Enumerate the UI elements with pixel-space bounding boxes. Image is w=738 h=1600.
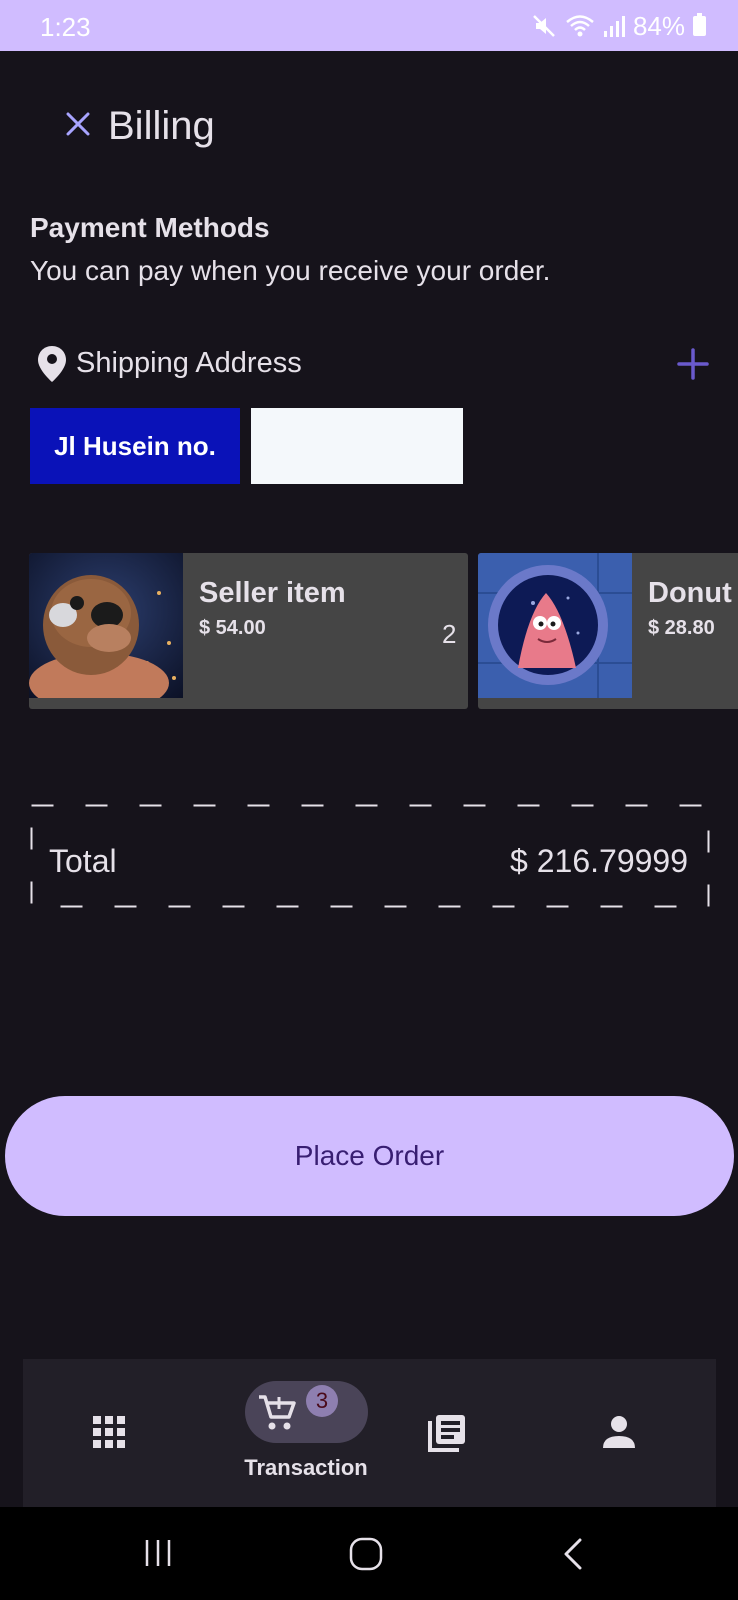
payment-methods-heading: Payment Methods [30, 212, 270, 243]
cart-badge: 3 [306, 1385, 338, 1417]
place-order-button[interactable]: Place Order [5, 1096, 734, 1216]
signal-icon [603, 16, 625, 37]
item-quantity: 2 [442, 619, 457, 649]
cart-item-card[interactable]: Donut $ 28.80 [478, 553, 738, 709]
bottom-navigation: 3 Transaction [23, 1359, 716, 1507]
item-price: $ 54.00 [199, 617, 266, 639]
close-icon [66, 112, 90, 136]
total-label: Total [49, 843, 117, 879]
nav-active-indicator [245, 1381, 368, 1443]
item-name: Donut [648, 577, 732, 609]
location-pin-icon [38, 346, 66, 382]
page-title: Billing [108, 104, 215, 148]
recent-apps-icon[interactable] [143, 1538, 173, 1568]
item-image [29, 553, 183, 698]
system-navigation-bar [0, 1507, 738, 1600]
mute-icon [533, 15, 555, 37]
nav-item-library[interactable] [409, 1359, 562, 1507]
add-address-button[interactable] [676, 347, 710, 381]
payment-methods-description: You can pay when you receive your order. [30, 255, 551, 286]
battery-percent: 84% [632, 10, 685, 41]
item-image [478, 553, 632, 698]
library-icon [428, 1415, 465, 1452]
status-time: 1:23 [40, 12, 91, 42]
item-price: $ 28.80 [648, 617, 715, 639]
cart-item-card[interactable]: Seller item $ 54.00 2 [29, 553, 468, 709]
total-value: $ 216.79999 [510, 843, 688, 879]
battery-icon [693, 13, 706, 36]
status-bar: 1:23 84% [0, 0, 738, 51]
plus-icon [677, 348, 709, 380]
status-icons: 84% [531, 10, 706, 42]
apps-grid-icon [93, 1416, 125, 1448]
back-icon[interactable] [562, 1538, 584, 1570]
wifi-icon [566, 15, 594, 37]
address-chip[interactable] [251, 408, 463, 484]
cart-icon [259, 1395, 296, 1430]
home-icon[interactable] [349, 1537, 383, 1571]
person-icon [603, 1416, 635, 1448]
cart-items-list[interactable]: Seller item $ 54.00 2 Donut $ 28.80 [29, 553, 738, 710]
close-button[interactable] [62, 108, 94, 140]
item-name: Seller item [199, 577, 346, 609]
address-chip-selected[interactable]: Jl Husein no. [30, 408, 240, 484]
nav-label-transaction: Transaction [244, 1455, 368, 1480]
nav-item-profile[interactable] [563, 1359, 716, 1507]
nav-item-apps[interactable] [23, 1359, 196, 1507]
shipping-address-label: Shipping Address [76, 347, 302, 379]
